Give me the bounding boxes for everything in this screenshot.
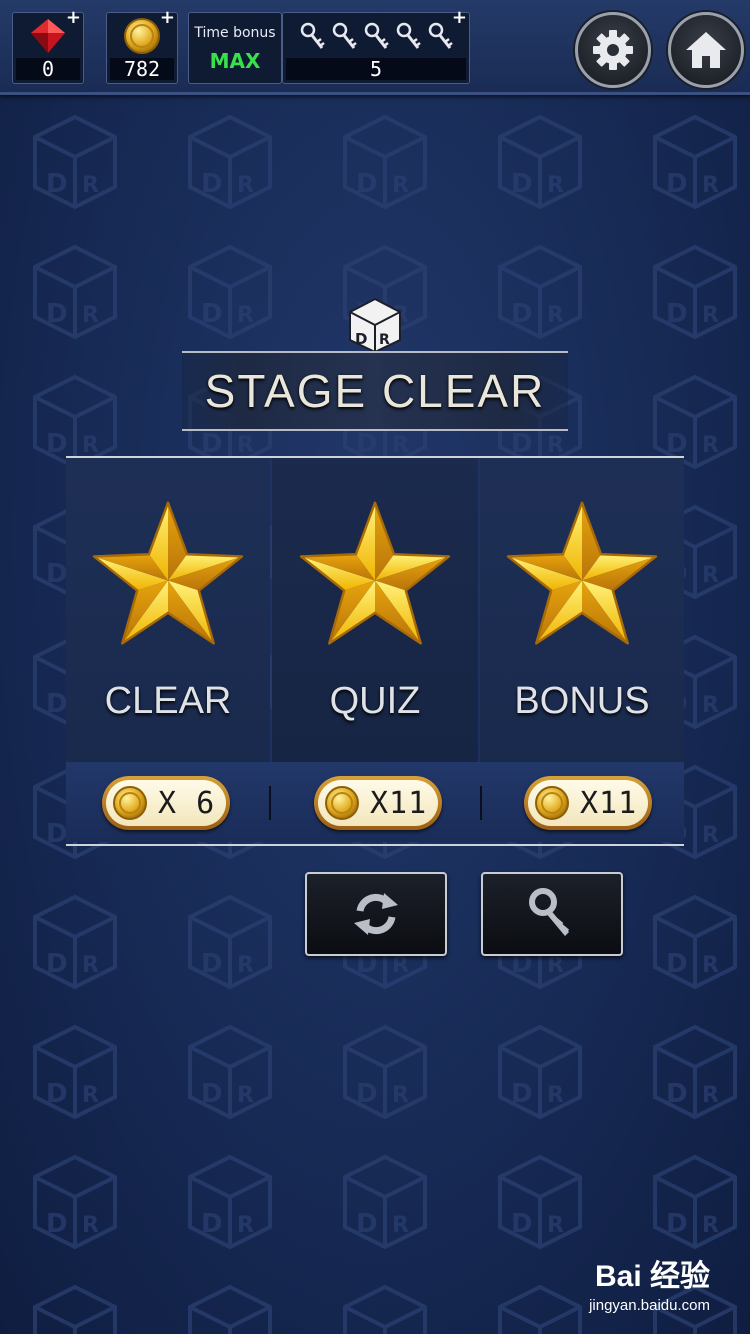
key-counter[interactable]: + 5 [282, 7, 470, 84]
results-panel: CLEAR QUIZ BONUS X 6 X11 X11 [66, 456, 684, 846]
key-icon [396, 22, 421, 49]
time-bonus: Time bonus MAX [188, 12, 282, 84]
coin-icon [113, 786, 147, 820]
home-button[interactable] [668, 12, 744, 88]
key-icon [529, 888, 570, 936]
result-quiz: QUIZ [272, 458, 478, 762]
star-icon [506, 501, 658, 645]
reward-pill-quiz: X11 [314, 776, 442, 830]
gem-icon [31, 19, 65, 53]
baidu-watermark: Bai 经验 jingyan.baidu.com [589, 1251, 710, 1314]
reward-multiplier: X11 [580, 785, 638, 821]
settings-button[interactable] [575, 12, 651, 88]
coin-count: 782 [110, 58, 174, 80]
result-label: BONUS [514, 680, 650, 722]
reward-pill-bonus: X11 [524, 776, 652, 830]
star-icon [92, 501, 244, 645]
dr-logo-icon: D R [349, 297, 401, 354]
coin-icon [124, 18, 160, 54]
watermark-logo: Bai 经验 [594, 1260, 710, 1293]
reward-divider [269, 786, 271, 820]
gear-icon [593, 30, 633, 70]
result-bonus: BONUS [480, 458, 684, 762]
hint-key-button[interactable] [481, 872, 623, 956]
stage-clear-banner: STAGE CLEAR [182, 351, 568, 431]
coin-counter[interactable]: + 782 [106, 7, 178, 84]
key-count: 5 [286, 58, 466, 80]
key-icon [428, 22, 453, 49]
time-bonus-value: MAX [209, 49, 261, 73]
refresh-icon [354, 893, 398, 935]
gem-count: 0 [16, 58, 80, 80]
result-label: QUIZ [329, 680, 421, 722]
reward-divider [480, 786, 482, 820]
gem-counter[interactable]: + 0 [12, 7, 84, 84]
reward-pill-clear: X 6 [102, 776, 230, 830]
retry-button[interactable] [305, 872, 447, 956]
key-icon [332, 22, 357, 49]
stage-clear-title: STAGE CLEAR [204, 365, 546, 417]
watermark-url: jingyan.baidu.com [589, 1297, 710, 1314]
key-icons-row [283, 13, 469, 59]
reward-multiplier: X11 [370, 785, 428, 821]
logo-text-d: D [355, 330, 367, 348]
coin-icon [535, 786, 569, 820]
key-icon [364, 22, 389, 49]
top-hud: + 0 + 782 Time bonus MAX + 5 [0, 0, 750, 95]
reward-multiplier: X 6 [158, 785, 216, 821]
home-icon [686, 32, 726, 68]
key-icon [300, 22, 325, 49]
star-icon [299, 501, 451, 645]
coin-icon [325, 786, 359, 820]
logo-text-r: R [379, 332, 390, 348]
result-label: CLEAR [104, 680, 232, 722]
reward-strip: X 6 X11 X11 [66, 762, 684, 842]
result-clear: CLEAR [66, 458, 270, 762]
time-bonus-label: Time bonus [194, 25, 276, 41]
